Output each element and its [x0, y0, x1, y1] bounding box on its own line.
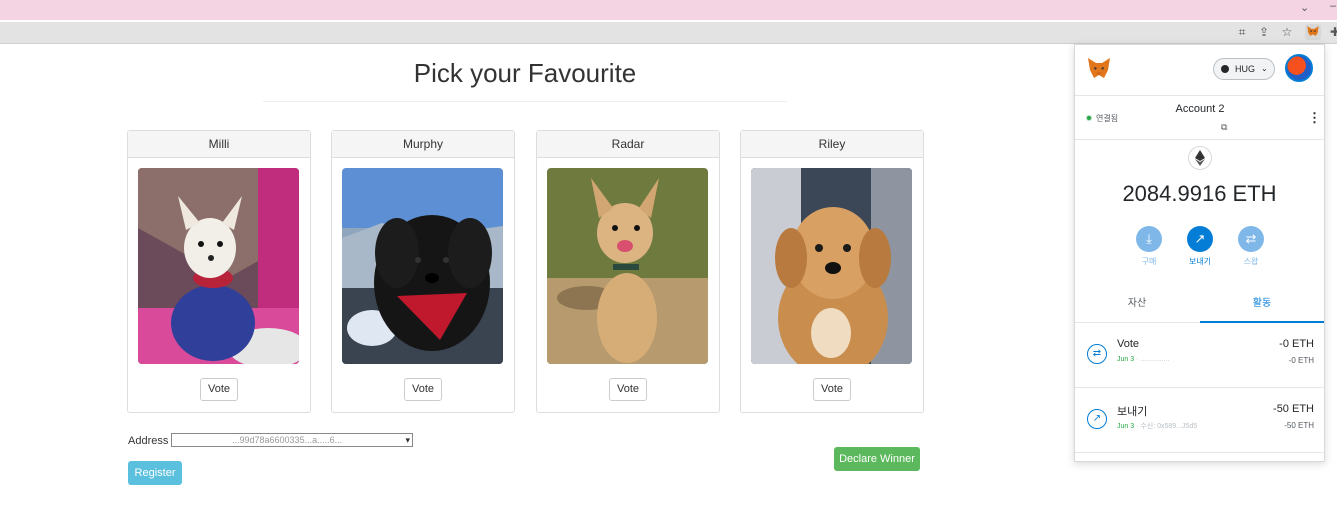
send-action[interactable]: ↗ 보내기 [1178, 226, 1222, 267]
tab-search-chevron-icon[interactable]: ⌄ [1300, 1, 1309, 14]
address-selected-value: ...99d78a6600335...a.....6... [232, 435, 343, 445]
bookmark-star-icon[interactable]: ☆ [1279, 24, 1295, 40]
more-options-icon[interactable]: ⋮ [1308, 110, 1321, 126]
chevron-down-icon: ⌄ [1261, 64, 1268, 73]
copy-icon[interactable]: ⧉ [1221, 122, 1227, 133]
pet-card-radar: Radar Vote [536, 130, 720, 413]
address-label: Address : [128, 435, 175, 447]
pet-name: Radar [537, 131, 719, 158]
connected-dot-icon [1086, 115, 1092, 121]
vote-button[interactable]: Vote [200, 378, 238, 401]
buy-action[interactable]: ⤓ 구매 [1127, 226, 1171, 267]
extensions-puzzle-icon[interactable]: ✚ [1327, 24, 1337, 40]
send-label: 보내기 [1188, 257, 1212, 266]
transaction-detail: · 수신: 0x589...J5d5 [1136, 423, 1198, 430]
network-name: HUG [1235, 64, 1255, 74]
share-icon[interactable]: ⇪ [1256, 24, 1272, 40]
translate-icon[interactable]: ⌗ [1234, 24, 1250, 40]
transaction-title: Vote [1117, 338, 1140, 350]
ethereum-icon [1188, 146, 1212, 170]
pet-name: Milli [128, 131, 310, 158]
metamask-fox-icon[interactable] [1087, 57, 1111, 84]
browser-toolbar: ⌗ ⇪ ☆ ✚ [0, 22, 1337, 44]
pet-card-riley: Riley Vote [740, 130, 924, 413]
browser-tab-strip: ⌄ – [0, 0, 1337, 20]
transaction-detail: · ............... [1136, 356, 1170, 363]
vote-button[interactable]: Vote [404, 378, 442, 401]
pet-photo-milli [138, 168, 299, 364]
metamask-tabs: 자산 활동 [1075, 293, 1324, 323]
window-minimize-icon[interactable]: – [1330, 0, 1336, 12]
transaction-row[interactable]: ⇄ Vote Jun 3 · ............... -0 ETH -0… [1075, 324, 1324, 388]
pet-name: Murphy [332, 131, 514, 158]
declare-winner-button[interactable]: Declare Winner [834, 447, 920, 471]
connection-status[interactable]: 연결됨 [1086, 113, 1118, 124]
transaction-meta: Jun 3 · ............... [1117, 356, 1170, 363]
tab-assets[interactable]: 자산 [1075, 293, 1199, 323]
chevron-down-icon: ▾ [405, 435, 410, 445]
transaction-row[interactable]: ↗ 보내기 Jun 3 · 수신: 0x589...J5d5 -50 ETH -… [1075, 389, 1324, 453]
transaction-title: 보내기 [1117, 406, 1148, 418]
swap-icon: ⇄ [1238, 226, 1264, 252]
network-selector[interactable]: HUG ⌄ [1213, 58, 1275, 80]
network-dot-icon [1221, 65, 1229, 73]
vote-button[interactable]: Vote [813, 378, 851, 401]
pet-photo-murphy [342, 168, 503, 364]
buy-label: 구매 [1141, 257, 1157, 266]
pet-photo-radar [547, 168, 708, 364]
download-icon: ⤓ [1136, 226, 1162, 252]
swap-action[interactable]: ⇄ 스왑 [1229, 226, 1273, 267]
account-bar: 연결됨 Account 2 ⧉ ⋮ [1075, 95, 1324, 140]
pet-card-milli: Milli Vote [127, 130, 311, 413]
transaction-amount-fiat: -0 ETH [1288, 356, 1314, 365]
title-divider [263, 101, 787, 102]
transaction-amount: -0 ETH [1279, 338, 1314, 350]
account-name[interactable]: Account 2 [1135, 103, 1265, 115]
transaction-date: Jun 3 [1117, 356, 1135, 363]
transaction-amount-fiat: -50 ETH [1284, 421, 1314, 430]
transaction-amount: -50 ETH [1273, 403, 1314, 415]
transaction-meta: Jun 3 · 수신: 0x589...J5d5 [1117, 421, 1197, 431]
address-select[interactable]: ...99d78a6600335...a.....6... ▾ [171, 433, 413, 447]
balance-amount: 2084.9916 ETH [1122, 181, 1277, 206]
pet-photo-riley [751, 168, 912, 364]
tab-activity[interactable]: 활동 [1200, 293, 1324, 323]
transaction-date: Jun 3 [1117, 423, 1135, 430]
metamask-popup: HUG ⌄ 연결됨 Account 2 ⧉ ⋮ 2084.9916 ETH ⤓ … [1074, 44, 1325, 462]
swap-label: 스왑 [1243, 257, 1259, 266]
page-title: Pick your Favourite [413, 58, 637, 88]
vote-button[interactable]: Vote [609, 378, 647, 401]
connected-label: 연결됨 [1096, 114, 1119, 123]
register-button[interactable]: Register [128, 461, 182, 485]
account-avatar[interactable] [1285, 54, 1313, 82]
send-arrow-icon: ↗ [1087, 409, 1107, 429]
pet-card-murphy: Murphy Vote [331, 130, 515, 413]
swap-icon: ⇄ [1087, 344, 1107, 364]
send-arrow-icon: ↗ [1187, 226, 1213, 252]
metamask-header: HUG ⌄ [1075, 45, 1324, 95]
metamask-extension-icon[interactable] [1305, 24, 1321, 40]
pet-name: Riley [741, 131, 923, 158]
